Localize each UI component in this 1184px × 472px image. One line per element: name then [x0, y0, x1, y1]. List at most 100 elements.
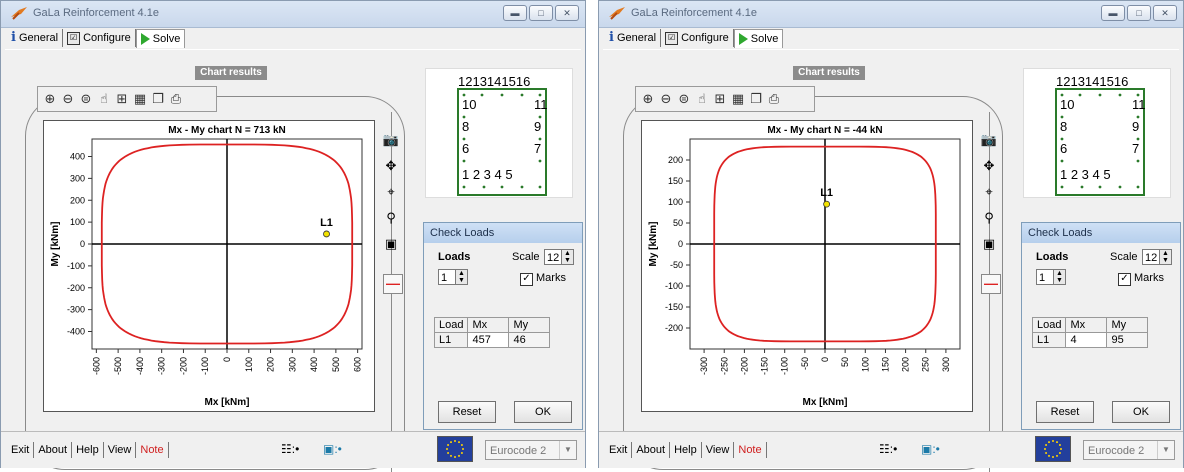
y-tick-label: 100 — [70, 217, 85, 227]
grid-icon[interactable]: ▦ — [730, 91, 746, 107]
check-loads-panel: Check Loads Loads Scale 12 ▲ ▼ 1 ▲ ▼ ✓ Marks… — [1021, 222, 1181, 430]
mx-my-chart: Mx - My chart N = -44 kN 200 150 100 50 0 -50-… — [641, 120, 973, 412]
view-button[interactable]: View — [104, 442, 137, 458]
monitor-icon[interactable]: ▣:• — [323, 442, 342, 456]
eu-star — [1048, 454, 1050, 457]
code-select[interactable]: Eurocode 2 ▼ — [1083, 440, 1175, 460]
reset-button[interactable]: Reset — [438, 401, 496, 423]
title-bar: GaLa Reinforcement 4.1e ▬ □ ✕ — [599, 1, 1183, 28]
rebar-dot — [538, 93, 542, 97]
eu-star — [1045, 452, 1048, 454]
exit-button[interactable]: Exit — [605, 442, 633, 458]
add-point-icon[interactable]: ⚲ — [381, 208, 401, 228]
maximize-button[interactable]: □ — [529, 5, 553, 21]
zoom-reset-icon[interactable]: ⊜ — [78, 91, 94, 107]
target-icon[interactable]: ⌖ — [381, 182, 401, 202]
pan-icon[interactable]: ☝ — [96, 91, 112, 107]
close-button[interactable]: ✕ — [555, 5, 579, 21]
zoom-out-icon[interactable]: ⊖ — [658, 91, 674, 107]
note-button[interactable]: Note — [136, 442, 169, 458]
ok-button[interactable]: OK — [1112, 401, 1170, 423]
tab-configure[interactable]: ☑ Configure — [661, 29, 734, 47]
table-cell-load[interactable]: L1 — [433, 332, 469, 348]
add-point-icon[interactable]: ⚲ — [979, 208, 999, 228]
rebar-dot — [1098, 185, 1102, 189]
help-button[interactable]: Help — [670, 442, 702, 458]
chevron-down-icon[interactable]: ▼ — [559, 441, 576, 459]
eu-flag-icon — [437, 436, 473, 462]
zoom-reset-icon[interactable]: ⊜ — [676, 91, 692, 107]
pan-icon[interactable]: ☝ — [694, 91, 710, 107]
table-cell-mx[interactable]: 457 — [467, 332, 510, 348]
move-icon[interactable]: ✥ — [381, 156, 401, 176]
tab-solve[interactable]: Solve — [733, 29, 784, 48]
monitor-icon[interactable]: ▣:• — [921, 442, 940, 456]
y-tick-label: 200 — [70, 195, 85, 205]
chart-results-label: Chart results — [195, 66, 267, 80]
target-icon[interactable]: ⌖ — [979, 182, 999, 202]
minimize-button[interactable]: ▬ — [503, 5, 527, 21]
print-icon[interactable]: ⎙ — [168, 91, 184, 107]
table-cell-load[interactable]: L1 — [1031, 332, 1067, 348]
collapse-button[interactable]: — — [383, 274, 403, 294]
export-excel-icon[interactable]: ▣ — [381, 234, 401, 254]
rebar-dot — [462, 115, 466, 119]
y-tick-label: 400 — [70, 152, 85, 162]
rebar-dot — [1136, 115, 1140, 119]
x-tick-label: -100 — [200, 357, 210, 375]
about-button[interactable]: About — [632, 442, 671, 458]
zoom-out-icon[interactable]: ⊖ — [60, 91, 76, 107]
title-bar: GaLa Reinforcement 4.1e ▬ □ ✕ — [1, 1, 585, 28]
zoom-in-icon[interactable]: ⊕ — [42, 91, 58, 107]
collapse-button[interactable]: — — [981, 274, 1001, 294]
axes-icon[interactable]: ⊞ — [114, 91, 130, 107]
maximize-button[interactable]: □ — [1127, 5, 1151, 21]
copy-icon[interactable]: ❐ — [150, 91, 166, 107]
chevron-down-icon[interactable]: ▼ — [1157, 441, 1174, 459]
view-button[interactable]: View — [702, 442, 735, 458]
tab-general[interactable]: i General — [605, 29, 662, 47]
code-select[interactable]: Eurocode 2 ▼ — [485, 440, 577, 460]
note-button[interactable]: Note — [734, 442, 767, 458]
exit-button[interactable]: Exit — [7, 442, 35, 458]
x-tick-label: -500 — [113, 357, 123, 375]
scale-spinner[interactable]: 12 ▲ ▼ — [1142, 249, 1172, 265]
move-icon[interactable]: ✥ — [979, 156, 999, 176]
help-button[interactable]: Help — [72, 442, 104, 458]
section-svg: 1213141516 10 11 8 9 6 7 1 2 3 4 5 — [457, 74, 548, 196]
close-button[interactable]: ✕ — [1153, 5, 1177, 21]
print-icon[interactable]: ⎙ — [766, 91, 782, 107]
layout-icon[interactable]: ☷:• — [879, 442, 897, 456]
tab-general[interactable]: i General — [7, 29, 64, 47]
ok-button[interactable]: OK — [514, 401, 572, 423]
rebar-dot — [520, 93, 524, 97]
marks-checkbox[interactable]: ✓ — [520, 273, 533, 286]
marks-checkbox[interactable]: ✓ — [1118, 273, 1131, 286]
x-tick-label: -50 — [800, 357, 810, 370]
scale-spinner[interactable]: 12 ▲ ▼ — [544, 249, 574, 265]
grid-icon[interactable]: ▦ — [132, 91, 148, 107]
export-excel-icon[interactable]: ▣ — [979, 234, 999, 254]
x-tick-label: 300 — [287, 357, 297, 372]
minimize-button[interactable]: ▬ — [1101, 5, 1125, 21]
tab-configure[interactable]: ☑ Configure — [63, 29, 136, 47]
about-button[interactable]: About — [34, 442, 73, 458]
camera-icon[interactable]: 📷 — [979, 130, 999, 150]
copy-icon[interactable]: ❐ — [748, 91, 764, 107]
loads-spinner[interactable]: 1 ▲ ▼ — [1036, 269, 1066, 285]
tab-solve[interactable]: Solve — [135, 29, 186, 48]
x-tick-label: -150 — [760, 357, 770, 375]
rebar-dot — [1060, 93, 1064, 97]
rebar-dot — [462, 93, 466, 97]
rebar-dot — [462, 137, 466, 141]
camera-icon[interactable]: 📷 — [381, 130, 401, 150]
table-cell-my[interactable]: 95 — [1106, 332, 1149, 348]
load-point-label: L1 — [820, 187, 833, 199]
loads-spinner[interactable]: 1 ▲ ▼ — [438, 269, 468, 285]
table-cell-mx[interactable]: 4 — [1065, 332, 1108, 348]
table-cell-my[interactable]: 46 — [508, 332, 551, 348]
reset-button[interactable]: Reset — [1036, 401, 1094, 423]
zoom-in-icon[interactable]: ⊕ — [640, 91, 656, 107]
axes-icon[interactable]: ⊞ — [712, 91, 728, 107]
layout-icon[interactable]: ☷:• — [281, 442, 299, 456]
